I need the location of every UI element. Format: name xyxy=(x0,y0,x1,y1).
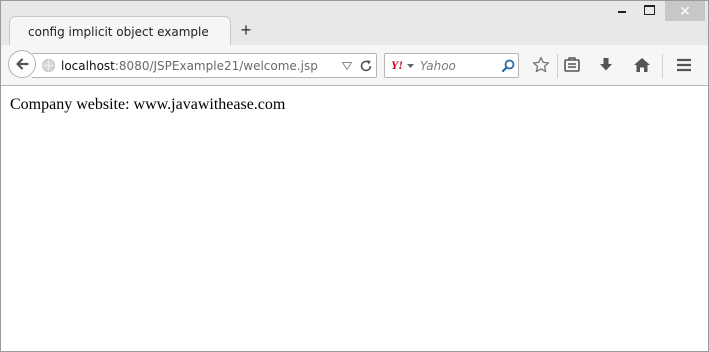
url-text: localhost:8080/JSPExample21/welcome.jsp xyxy=(61,59,318,73)
search-engine-dropdown-icon[interactable] xyxy=(407,64,414,68)
navigation-toolbar: localhost:8080/JSPExample21/welcome.jsp … xyxy=(1,45,708,86)
url-host: localhost xyxy=(61,59,115,73)
search-bar[interactable]: Y! Yahoo xyxy=(384,53,519,78)
url-path: :8080/JSPExample21/welcome.jsp xyxy=(114,59,318,73)
reload-icon[interactable] xyxy=(359,59,373,73)
menu-icon[interactable] xyxy=(675,56,693,74)
yahoo-logo-icon[interactable]: Y! xyxy=(391,58,405,72)
back-arrow-icon xyxy=(16,58,29,70)
browser-window: config implicit object example + ✕ local… xyxy=(0,0,709,352)
close-button[interactable]: ✕ xyxy=(665,1,705,21)
minimize-button[interactable] xyxy=(610,1,636,21)
download-icon[interactable] xyxy=(597,56,615,74)
tab-active[interactable]: config implicit object example xyxy=(9,16,231,45)
bookmark-star-icon[interactable] xyxy=(532,56,550,74)
tab-title: config implicit object example xyxy=(28,25,209,39)
search-magnifier-icon[interactable] xyxy=(502,59,515,72)
home-icon[interactable] xyxy=(633,56,651,74)
url-bar[interactable]: localhost:8080/JSPExample21/welcome.jsp xyxy=(32,53,377,78)
page-content: Company website: www.javawithease.com xyxy=(1,86,708,351)
company-website-text: Company website: www.javawithease.com xyxy=(10,96,286,113)
new-tab-button[interactable]: + xyxy=(237,21,255,39)
globe-icon xyxy=(42,59,55,72)
back-button[interactable] xyxy=(8,50,36,78)
url-history-dropdown-icon[interactable] xyxy=(342,62,352,70)
reading-list-icon[interactable] xyxy=(563,56,581,74)
search-input[interactable]: Yahoo xyxy=(420,59,456,73)
toolbar-separator xyxy=(557,54,558,78)
tab-strip: config implicit object example + ✕ xyxy=(1,1,708,45)
maximize-button[interactable] xyxy=(637,1,663,21)
toolbar-separator xyxy=(662,54,663,78)
